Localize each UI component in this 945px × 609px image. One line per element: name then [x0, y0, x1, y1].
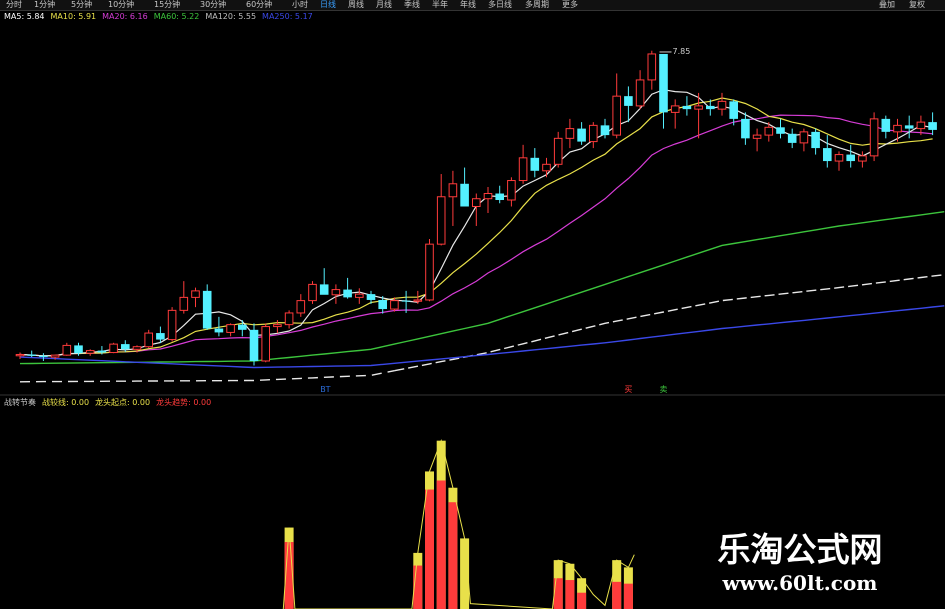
candle-body [425, 243, 434, 301]
candle-body [553, 137, 563, 165]
candle-body [764, 126, 774, 136]
candle-body [600, 125, 610, 136]
candle-body [670, 105, 680, 113]
candle-body [694, 105, 703, 110]
signal-bar-red [425, 489, 434, 609]
candle-body [916, 121, 926, 130]
candle-body [214, 328, 224, 333]
candle-body [495, 193, 504, 201]
candle-body [15, 353, 25, 357]
candle-body [191, 290, 200, 298]
candle-body [296, 300, 306, 314]
candle-body [179, 296, 189, 311]
candle-body [355, 293, 364, 298]
signal-marker: 卖 [660, 385, 668, 394]
candle-body [565, 128, 575, 139]
candle-body [331, 289, 341, 296]
ma-line-ma20 [19, 114, 933, 357]
candle-body [472, 198, 481, 207]
candle-body [202, 290, 212, 329]
candle-body [238, 324, 247, 330]
candle-body [156, 333, 165, 340]
candle-body [729, 101, 738, 119]
candle-body [776, 127, 785, 134]
candle-body [249, 329, 259, 361]
candle-body [167, 309, 177, 341]
peak-annotation-label: 7.85 [673, 47, 691, 56]
candle-body [62, 344, 72, 356]
candle-body [530, 157, 540, 171]
candle-body [682, 105, 692, 110]
candle-body [27, 354, 36, 356]
candle-body [834, 154, 844, 162]
candle-body [109, 343, 118, 354]
signal-bar-red [436, 480, 446, 609]
candle-body [308, 283, 317, 302]
candle-body [741, 118, 750, 139]
candle-body [413, 299, 423, 302]
candle-body [390, 300, 399, 310]
candle-body [284, 312, 294, 326]
candle-body [273, 324, 282, 328]
candle-body [659, 53, 668, 113]
candle-body [577, 128, 586, 142]
candle-body [589, 124, 598, 143]
candle-body [507, 180, 516, 201]
signal-bar-red [612, 581, 622, 609]
watermark: 乐淘公式网 www.60lt.com [690, 530, 910, 596]
candle-body [542, 163, 551, 172]
candle-body [893, 124, 902, 133]
candle-body [144, 332, 153, 348]
candle-body [50, 354, 60, 358]
candle-body [904, 125, 914, 129]
watermark-title: 乐淘公式网 [717, 530, 883, 569]
candle-body [401, 300, 411, 302]
candle-body [928, 122, 937, 130]
signal-marker: 买 [624, 385, 632, 394]
ma-line-ma60 [19, 211, 945, 365]
signal-bar-red [623, 583, 633, 609]
candle-body [635, 79, 645, 107]
candle-body [319, 284, 329, 295]
ma-line-ma120 [19, 370, 395, 383]
signal-bar-red [565, 580, 575, 609]
candle-body [706, 105, 715, 110]
candle-body [787, 133, 797, 143]
candle-body [518, 157, 528, 182]
candle-body [846, 154, 855, 162]
ma-line-ma120-right [394, 274, 945, 372]
candle-body [85, 350, 95, 354]
candle-body [97, 350, 107, 353]
candle-body [460, 183, 469, 207]
watermark-url: www.60lt.com [722, 571, 878, 595]
candle-body [226, 324, 235, 333]
candle-body [612, 95, 622, 136]
candle-body [121, 344, 130, 350]
candle-body [132, 346, 142, 350]
signal-bar-red [448, 502, 458, 609]
candle-body [717, 100, 727, 110]
candle-body [624, 96, 633, 106]
candle-body [448, 183, 458, 198]
candle-body [869, 118, 879, 157]
candle-body [343, 289, 352, 298]
candle-body [752, 134, 762, 139]
candle-body [811, 131, 820, 149]
stock-chart: 7.85 BT 买 卖 [0, 47, 945, 609]
candle-body [436, 196, 446, 245]
candle-body [378, 299, 387, 310]
candle-body [39, 355, 48, 358]
signal-marker: BT [320, 385, 330, 394]
candle-body [647, 53, 657, 81]
candle-body [261, 326, 270, 362]
candle-body [858, 155, 867, 162]
candle-body [823, 148, 832, 162]
signal-bar-red [577, 592, 587, 609]
candle-body [366, 294, 376, 300]
candle-body [483, 193, 493, 200]
candle-body [881, 118, 891, 132]
candle-body [74, 345, 83, 354]
candle-body [799, 131, 809, 144]
